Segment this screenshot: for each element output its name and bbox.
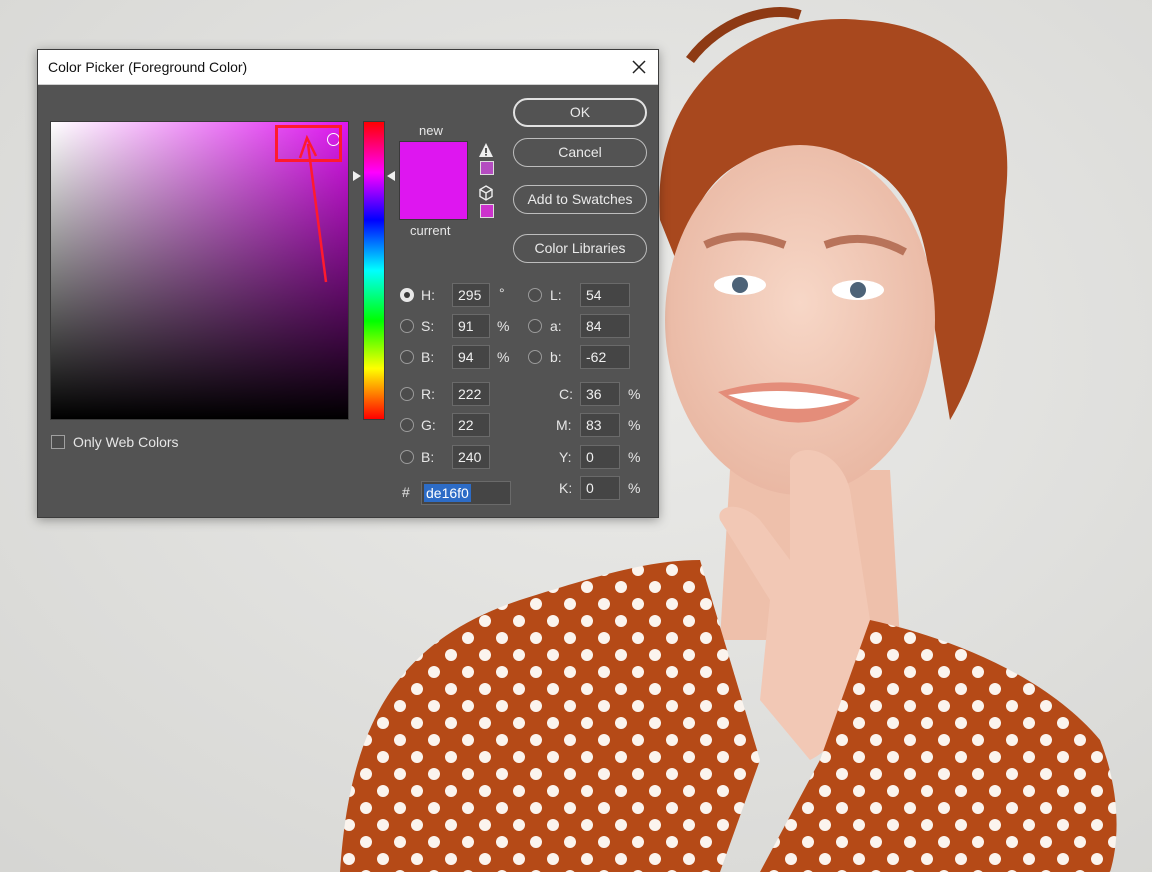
current-color-swatch[interactable] (399, 181, 468, 220)
brightness-radio[interactable] (400, 350, 414, 364)
current-label: current (410, 223, 451, 238)
black-input[interactable]: 0 (580, 476, 620, 500)
hue-input[interactable]: 295 (452, 283, 490, 307)
brightness-label: B: (421, 349, 435, 365)
brightness-input[interactable]: 94 (452, 345, 490, 369)
only-web-colors-label: Only Web Colors (73, 434, 179, 450)
hex-input[interactable]: de16f0 (421, 481, 511, 505)
lab-a-radio[interactable] (528, 319, 542, 333)
lab-b-input[interactable]: -62 (580, 345, 630, 369)
green-radio[interactable] (400, 418, 414, 432)
only-web-colors-checkbox[interactable] (51, 435, 65, 449)
green-label: G: (421, 417, 436, 433)
magenta-input[interactable]: 83 (580, 413, 620, 437)
saturation-radio[interactable] (400, 319, 414, 333)
blue-input[interactable]: 240 (452, 445, 490, 469)
hue-unit: ° (499, 285, 505, 301)
lab-l-radio[interactable] (528, 288, 542, 302)
dialog-title: Color Picker (Foreground Color) (48, 59, 248, 75)
brightness-unit: % (497, 349, 510, 365)
yellow-input[interactable]: 0 (580, 445, 620, 469)
hue-label: H: (421, 287, 435, 303)
cyan-label: C: (559, 386, 573, 402)
close-button[interactable] (624, 53, 654, 81)
blue-label: B: (421, 449, 435, 465)
lab-a-input[interactable]: 84 (580, 314, 630, 338)
add-to-swatches-button[interactable]: Add to Swatches (513, 185, 647, 214)
new-label: new (419, 123, 443, 138)
saturation-unit: % (497, 318, 510, 334)
gamut-warning-swatch[interactable] (480, 161, 494, 175)
cancel-button[interactable]: Cancel (513, 138, 647, 167)
yellow-label: Y: (559, 449, 572, 465)
magenta-unit: % (628, 417, 641, 433)
magenta-label: M: (556, 417, 572, 433)
new-color-swatch (399, 141, 468, 181)
saturation-label: S: (421, 318, 435, 334)
color-libraries-button[interactable]: Color Libraries (513, 234, 647, 263)
cyan-unit: % (628, 386, 641, 402)
lab-l-label: L: (550, 287, 562, 303)
red-input[interactable]: 222 (452, 382, 490, 406)
cyan-input[interactable]: 36 (580, 382, 620, 406)
saturation-input[interactable]: 91 (452, 314, 490, 338)
dialog-titlebar: Color Picker (Foreground Color) (38, 50, 658, 85)
yellow-unit: % (628, 449, 641, 465)
annotation-arrow (298, 134, 328, 283)
black-label: K: (559, 480, 573, 496)
red-radio[interactable] (400, 387, 414, 401)
lab-l-input[interactable]: 54 (580, 283, 630, 307)
hue-slider-left-arrow[interactable] (353, 171, 361, 181)
web-safe-swatch[interactable] (480, 204, 494, 218)
lab-b-radio[interactable] (528, 350, 542, 364)
ok-button[interactable]: OK (513, 98, 647, 127)
gamut-warning-icon[interactable] (478, 142, 494, 158)
hue-slider-right-arrow[interactable] (387, 171, 395, 181)
blue-radio[interactable] (400, 450, 414, 464)
close-icon (632, 60, 646, 74)
hex-value: de16f0 (424, 484, 471, 502)
hue-radio[interactable] (400, 288, 414, 302)
green-input[interactable]: 22 (452, 413, 490, 437)
color-picker-dialog: Color Picker (Foreground Color) new curr… (37, 49, 659, 518)
hue-slider[interactable] (363, 121, 385, 420)
red-label: R: (421, 386, 435, 402)
lab-b-label: b: (550, 349, 562, 365)
hex-label: # (402, 484, 410, 500)
web-safe-cube-icon[interactable] (478, 185, 494, 201)
lab-a-label: a: (550, 318, 562, 334)
black-unit: % (628, 480, 641, 496)
